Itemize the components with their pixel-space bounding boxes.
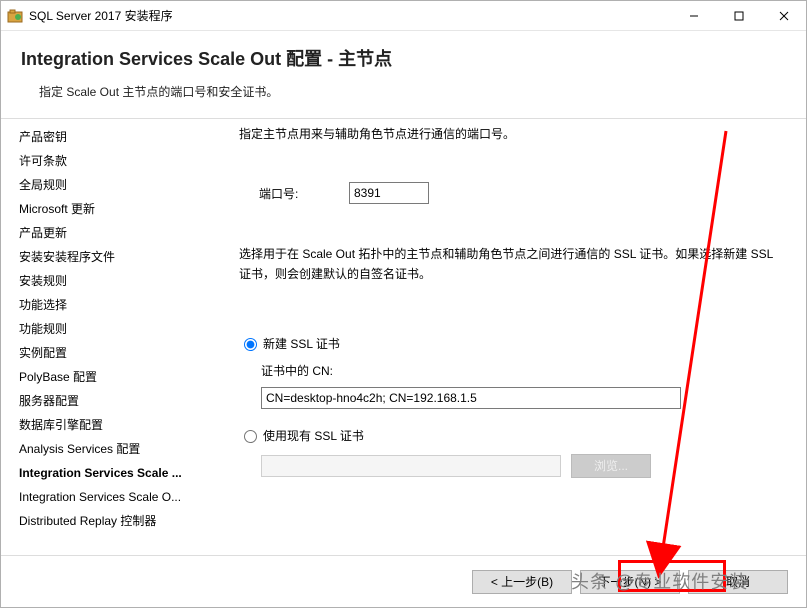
sidebar-item[interactable]: 产品密钥 <box>19 125 201 149</box>
cn-label: 证书中的 CN: <box>261 362 786 379</box>
app-icon <box>7 8 23 24</box>
port-description: 指定主节点用来与辅助角色节点进行通信的端口号。 <box>239 125 786 142</box>
maximize-button[interactable] <box>716 1 761 30</box>
sidebar-item[interactable]: Analysis Services 配置 <box>19 437 201 461</box>
ssl-description: 选择用于在 Scale Out 拓扑中的主节点和辅助角色节点之间进行通信的 SS… <box>239 244 786 285</box>
sidebar-item[interactable]: 许可条款 <box>19 149 201 173</box>
port-label: 端口号: <box>259 185 349 202</box>
sidebar: 产品密钥许可条款全局规则Microsoft 更新产品更新安装安装程序文件安装规则… <box>1 119 211 555</box>
sidebar-item[interactable]: PolyBase 配置 <box>19 365 201 389</box>
page-header: Integration Services Scale Out 配置 - 主节点 … <box>1 31 806 118</box>
sidebar-item[interactable]: 安装安装程序文件 <box>19 245 201 269</box>
page-subtitle: 指定 Scale Out 主节点的端口号和安全证书。 <box>39 83 786 100</box>
sidebar-item[interactable]: 服务器配置 <box>19 389 201 413</box>
close-button[interactable] <box>761 1 806 30</box>
sidebar-item[interactable]: 实例配置 <box>19 341 201 365</box>
wizard-footer: < 上一步(B) 下一步(N) > 取消 <box>1 555 806 607</box>
sidebar-item[interactable]: 数据库引擎配置 <box>19 413 201 437</box>
radio-existing-ssl-input[interactable] <box>244 430 257 443</box>
radio-new-ssl-input[interactable] <box>244 338 257 351</box>
port-input[interactable] <box>349 182 429 204</box>
radio-new-ssl[interactable]: 新建 SSL 证书 <box>239 335 786 352</box>
sidebar-item[interactable]: 功能规则 <box>19 317 201 341</box>
back-button[interactable]: < 上一步(B) <box>472 570 572 594</box>
page-title: Integration Services Scale Out 配置 - 主节点 <box>21 45 786 71</box>
radio-existing-ssl-label: 使用现有 SSL 证书 <box>263 427 364 444</box>
sidebar-item[interactable]: Microsoft 更新 <box>19 197 201 221</box>
sidebar-item[interactable]: 全局规则 <box>19 173 201 197</box>
radio-existing-ssl[interactable]: 使用现有 SSL 证书 <box>239 427 786 444</box>
sidebar-item[interactable]: 产品更新 <box>19 221 201 245</box>
minimize-button[interactable] <box>671 1 716 30</box>
next-button[interactable]: 下一步(N) > <box>580 570 680 594</box>
sidebar-item[interactable]: 安装规则 <box>19 269 201 293</box>
sidebar-item[interactable]: Integration Services Scale ... <box>19 461 201 485</box>
sidebar-item[interactable]: 功能选择 <box>19 293 201 317</box>
browse-button: 浏览... <box>571 454 651 478</box>
window-title: SQL Server 2017 安装程序 <box>29 7 671 24</box>
content-pane: 指定主节点用来与辅助角色节点进行通信的端口号。 端口号: 选择用于在 Scale… <box>211 119 806 555</box>
cancel-button[interactable]: 取消 <box>688 570 788 594</box>
titlebar: SQL Server 2017 安装程序 <box>1 1 806 31</box>
cn-input[interactable] <box>261 387 681 409</box>
existing-cert-input <box>261 455 561 477</box>
sidebar-item[interactable]: Integration Services Scale O... <box>19 485 201 509</box>
radio-new-ssl-label: 新建 SSL 证书 <box>263 335 340 352</box>
sidebar-item[interactable]: Distributed Replay 控制器 <box>19 509 201 533</box>
